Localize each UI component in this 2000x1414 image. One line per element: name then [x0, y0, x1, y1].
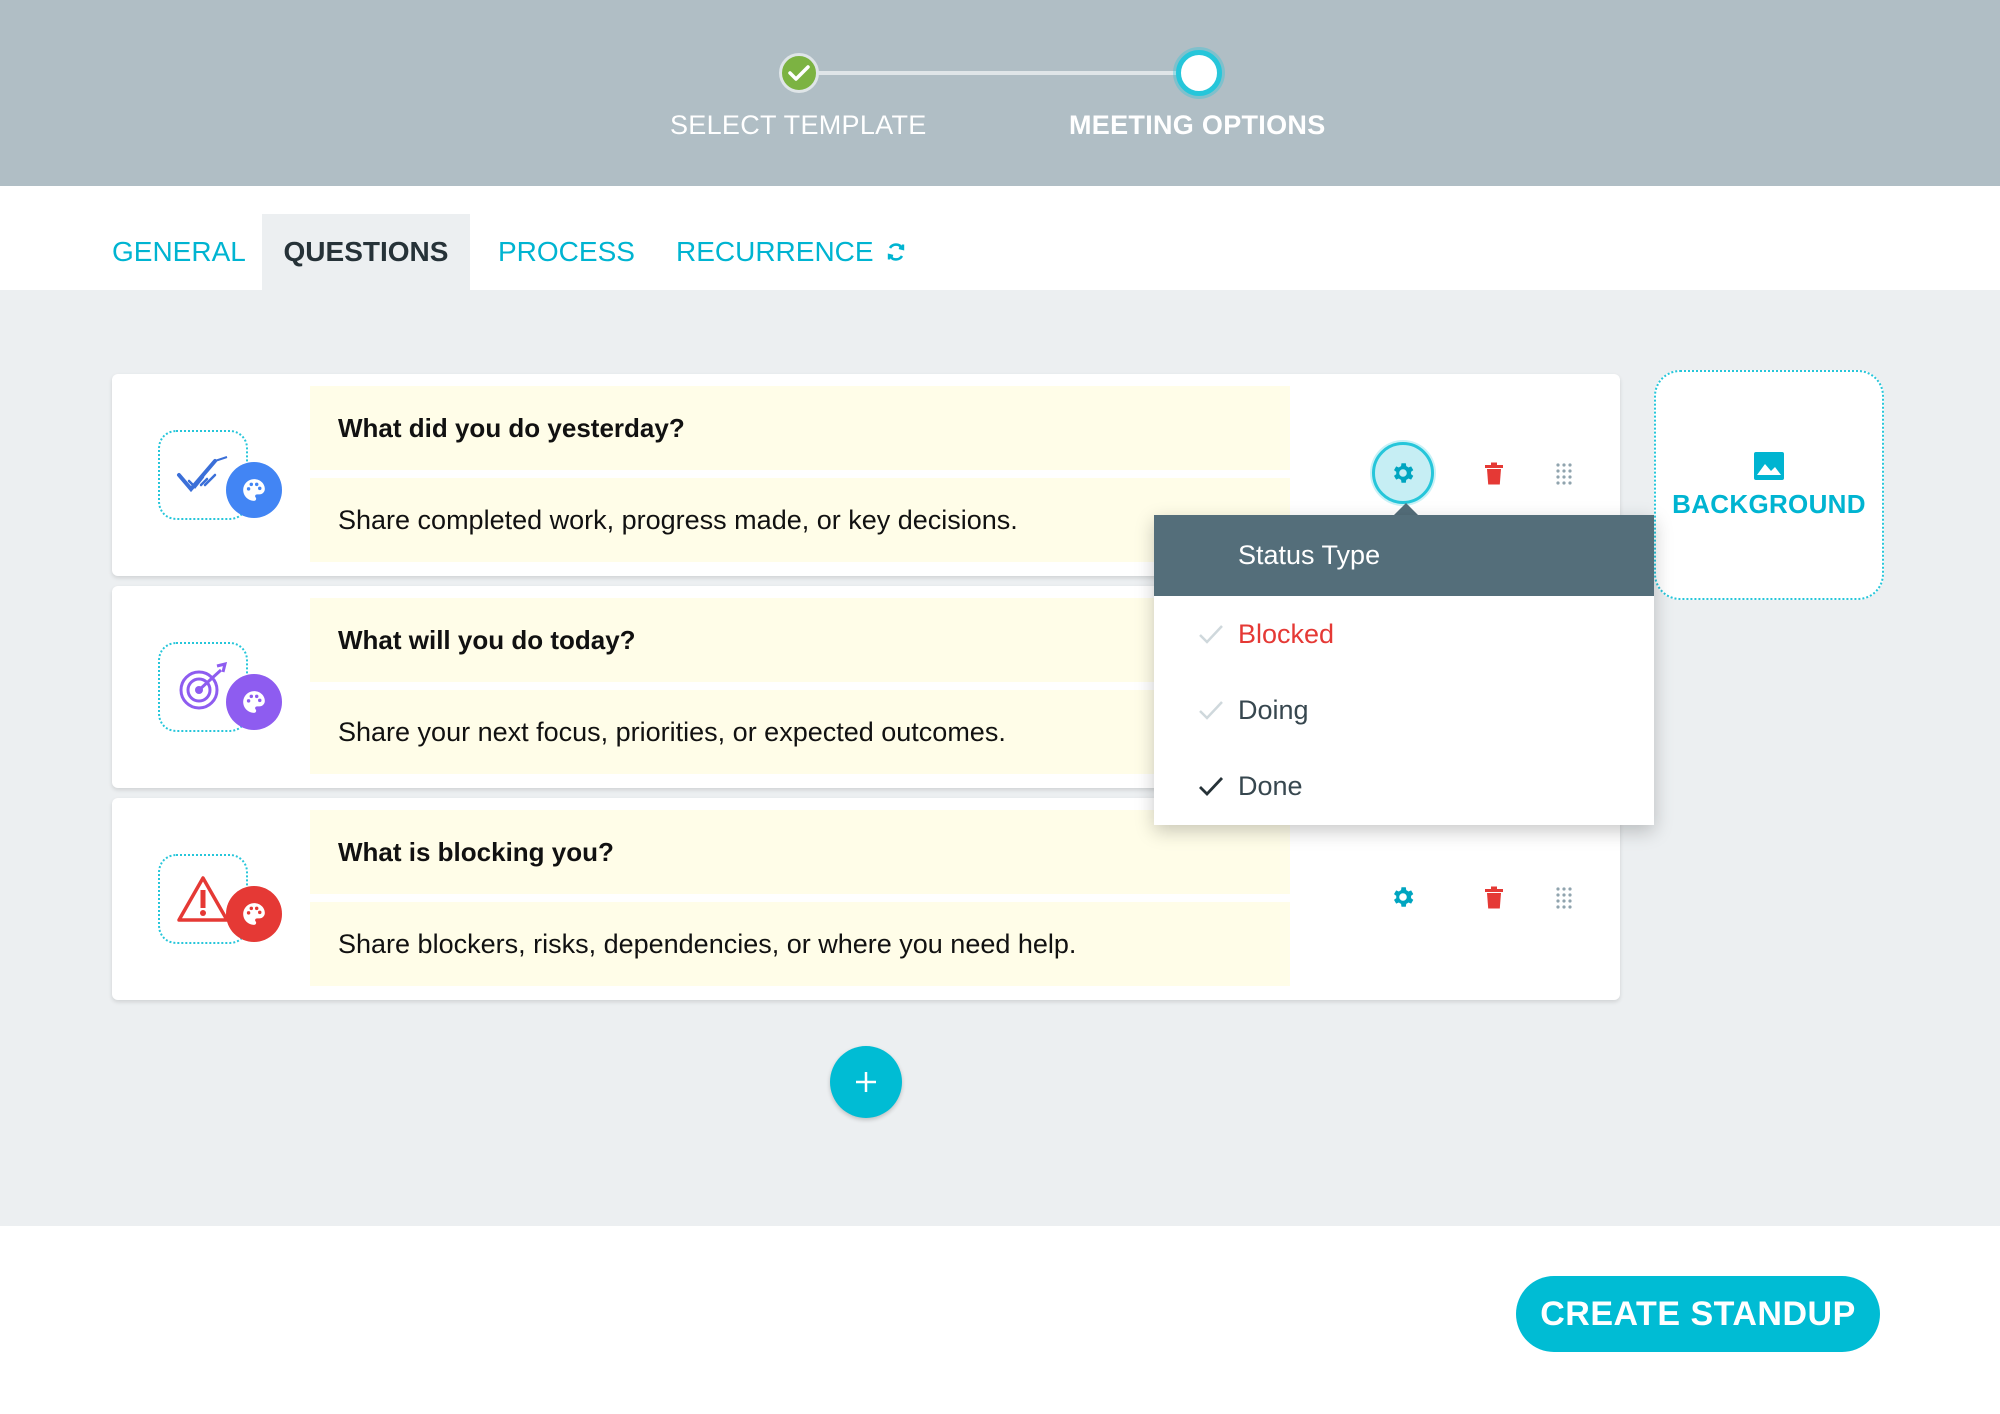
- trash-icon: [1485, 886, 1503, 909]
- status-option-blocked[interactable]: Blocked: [1154, 596, 1654, 672]
- trash-icon: [1485, 462, 1503, 485]
- check-icon: [1199, 701, 1223, 720]
- question-title-field[interactable]: What did you do yesterday?: [310, 386, 1290, 470]
- options-tab-bar: GENERAL QUESTIONS PROCESS RECURRENCE: [0, 186, 2000, 290]
- plus-icon: [856, 1072, 876, 1092]
- target-icon: [179, 662, 228, 710]
- palette-icon: [243, 479, 265, 501]
- step-label-select-template[interactable]: SELECT TEMPLATE: [670, 110, 927, 141]
- gear-icon: [1394, 887, 1414, 907]
- palette-button[interactable]: [226, 674, 282, 730]
- question-title-field[interactable]: What is blocking you?: [310, 810, 1290, 894]
- status-option-doing[interactable]: Doing: [1154, 672, 1654, 748]
- palette-button[interactable]: [226, 886, 282, 942]
- image-icon: [1754, 451, 1784, 480]
- tab-questions[interactable]: QUESTIONS: [262, 214, 470, 290]
- tab-general[interactable]: GENERAL: [84, 214, 274, 290]
- tab-label: RECURRENCE: [676, 236, 874, 267]
- add-question-button[interactable]: [830, 1046, 902, 1118]
- question-title: What is blocking you?: [338, 836, 614, 867]
- warning-icon: [177, 876, 229, 922]
- question-settings-button[interactable]: [1372, 866, 1434, 928]
- footer-bar: CREATE STANDUP: [0, 1226, 2000, 1414]
- palette-button[interactable]: [226, 462, 282, 518]
- step-current-indicator[interactable]: [1176, 50, 1222, 96]
- status-option-done[interactable]: Done: [1154, 748, 1654, 824]
- status-type-dropdown: Status Type Blocked Doing Done: [1154, 515, 1654, 825]
- drag-handle-icon: [1556, 887, 1572, 909]
- create-standup-button[interactable]: CREATE STANDUP: [1516, 1276, 1880, 1352]
- drag-handle[interactable]: [1544, 454, 1584, 494]
- tab-label: QUESTIONS: [283, 236, 449, 267]
- check-icon: [1199, 625, 1223, 644]
- tab-label: GENERAL: [112, 236, 246, 267]
- stepper-line: [800, 71, 1198, 75]
- palette-icon: [243, 903, 265, 925]
- status-option-label: Done: [1238, 770, 1303, 801]
- question-title: What will you do today?: [338, 624, 636, 655]
- step-label-meeting-options[interactable]: MEETING OPTIONS: [1069, 110, 1326, 141]
- dropdown-header: Status Type: [1154, 515, 1654, 596]
- question-card: What is blocking you? Share blockers, ri…: [112, 798, 1620, 1000]
- check-icon: [1199, 777, 1224, 797]
- question-title-field[interactable]: What will you do today?: [310, 598, 1290, 682]
- question-description: Share your next focus, priorities, or ex…: [338, 716, 1006, 747]
- question-description: Share completed work, progress made, or …: [338, 504, 1018, 535]
- delete-question-button[interactable]: [1474, 878, 1514, 918]
- delete-question-button[interactable]: [1474, 454, 1514, 494]
- wizard-stepper: SELECT TEMPLATE MEETING OPTIONS: [0, 0, 2000, 186]
- questions-panel: What did you do yesterday? Share complet…: [0, 290, 2000, 1226]
- check-marks-icon: [177, 456, 228, 493]
- tab-label: PROCESS: [498, 236, 635, 267]
- question-settings-button[interactable]: [1372, 442, 1434, 504]
- question-description-field[interactable]: Share blockers, risks, dependencies, or …: [310, 902, 1290, 986]
- background-button[interactable]: BACKGROUND: [1654, 370, 1884, 600]
- drag-handle-icon: [1556, 463, 1572, 485]
- question-title: What did you do yesterday?: [338, 412, 685, 443]
- tab-recurrence[interactable]: RECURRENCE: [648, 214, 936, 290]
- gear-icon: [1394, 463, 1414, 483]
- status-option-label: Doing: [1238, 694, 1309, 725]
- checkmark-icon: [788, 65, 810, 81]
- question-description: Share blockers, risks, dependencies, or …: [338, 928, 1077, 959]
- dropdown-caret: [1394, 503, 1418, 515]
- drag-handle[interactable]: [1544, 878, 1584, 918]
- palette-icon: [243, 691, 265, 713]
- refresh-icon: [887, 243, 904, 261]
- background-label: BACKGROUND: [1672, 488, 1866, 519]
- tab-process[interactable]: PROCESS: [470, 214, 663, 290]
- question-description-field[interactable]: Share completed work, progress made, or …: [310, 478, 1290, 562]
- step-completed-indicator[interactable]: [779, 53, 819, 93]
- status-option-label: Blocked: [1238, 618, 1335, 649]
- question-description-field[interactable]: Share your next focus, priorities, or ex…: [310, 690, 1290, 774]
